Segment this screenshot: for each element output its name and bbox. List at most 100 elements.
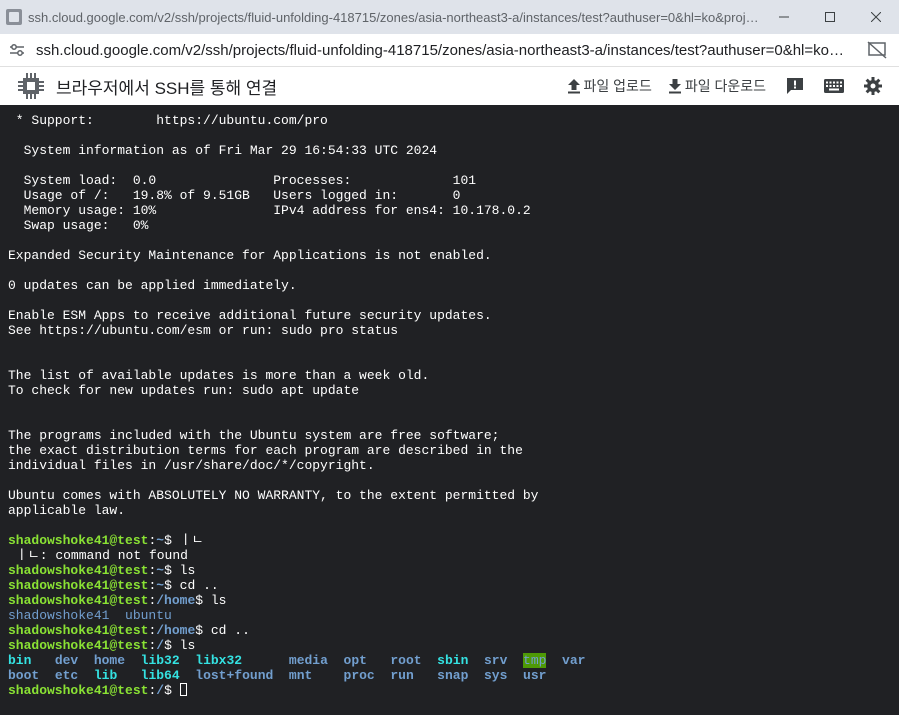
prompt-user: shadowshoke41@test (8, 533, 149, 548)
terminal-line: applicable law. (8, 503, 126, 518)
ls-entry: media (288, 653, 328, 668)
terminal-line: shadowshoke41@test:~$ ㅣㄴ (8, 533, 899, 548)
prompt-path: /home (156, 623, 196, 638)
page-icon (6, 9, 22, 25)
terminal-line: Memory usage: 10% IPv4 address for ens4:… (8, 203, 531, 218)
minimize-button[interactable] (761, 0, 807, 34)
command-text: ls (171, 638, 196, 653)
command-text: ls (171, 563, 196, 578)
ssh-header: 브라우저에서 SSH를 통해 연결 파일 업로드 파일 다운로드 (0, 67, 899, 105)
terminal-line: System load: 0.0 Processes: 101 (8, 173, 477, 188)
ls-entry: dev (54, 653, 79, 668)
settings-button[interactable] (860, 73, 886, 99)
ls-entry: lib64 (140, 668, 180, 683)
ls-entry: lib (93, 668, 118, 683)
ls-entry: libx32 (195, 653, 243, 668)
terminal-line: Usage of /: 19.8% of 9.51GB Users logged… (8, 188, 461, 203)
ls-entry: lost+found (195, 668, 274, 683)
prompt-symbol: $ (195, 623, 204, 638)
prompt-path: / (156, 683, 165, 698)
ls-entry: boot (8, 668, 40, 683)
terminal-line: shadowshoke41@test:~$ cd .. (8, 578, 899, 593)
command-output: ㅣㄴ: command not found (8, 548, 188, 563)
keyboard-button[interactable] (821, 73, 847, 99)
dir-entry: shadowshoke41 (8, 608, 110, 623)
prompt-path: ~ (156, 578, 165, 593)
ls-row: bin dev home lib32 libx32 media opt root… (8, 653, 899, 668)
terminal-line: shadowshoke41@test:/$ ls (8, 638, 899, 653)
keyboard-icon (824, 79, 844, 93)
browser-window: ssh.cloud.google.com/v2/ssh/projects/flu… (0, 0, 899, 715)
ls-entry: proc (343, 668, 375, 683)
terminal-line: ㅣㄴ: command not found (8, 548, 899, 563)
prompt-symbol: $ (164, 578, 172, 593)
upload-file-button[interactable]: 파일 업로드 (567, 76, 652, 96)
terminal-line: shadowshoke41@test:/$ (8, 683, 899, 698)
command-text: ls (203, 593, 227, 608)
feedback-icon (787, 78, 803, 94)
download-file-button[interactable]: 파일 다운로드 (668, 76, 766, 96)
ls-entry: lib32 (140, 653, 180, 668)
prompt-user: shadowshoke41@test (8, 578, 149, 593)
window-title: ssh.cloud.google.com/v2/ssh/projects/flu… (28, 9, 763, 25)
terminal-line: Ubuntu comes with ABSOLUTELY NO WARRANTY… (8, 488, 539, 503)
ls-entry: snap (437, 668, 469, 683)
prompt-path: /home (156, 593, 196, 608)
prompt-path: ~ (156, 563, 165, 578)
prompt-path: / (156, 638, 165, 653)
site-info-icon[interactable] (8, 41, 26, 59)
terminal-line: Expanded Security Maintenance for Applic… (8, 248, 492, 263)
prompt-symbol: $ (195, 593, 204, 608)
minimize-icon (779, 16, 789, 18)
close-button[interactable] (853, 0, 899, 34)
window-titlebar: ssh.cloud.google.com/v2/ssh/projects/flu… (0, 0, 899, 34)
cast-off-icon[interactable] (867, 41, 887, 59)
prompt-symbol: $ (164, 683, 172, 698)
maximize-icon (825, 12, 835, 22)
download-icon (668, 79, 681, 94)
terminal-line: System information as of Fri Mar 29 16:5… (8, 143, 438, 158)
terminal-line: the exact distribution terms for each pr… (8, 443, 523, 458)
upload-icon (567, 79, 580, 94)
terminal[interactable]: * Support: https://ubuntu.com/pro System… (0, 105, 899, 715)
terminal-line: * Support: https://ubuntu.com/pro (8, 113, 328, 128)
prompt-symbol: $ (164, 533, 172, 548)
ls-entry: var (562, 653, 586, 668)
terminal-line: 0 updates can be applied immediately. (8, 278, 297, 293)
ls-entry: usr (523, 668, 547, 683)
command-text: cd .. (203, 623, 250, 638)
terminal-line: shadowshoke41@test:/home$ cd .. (8, 623, 899, 638)
chip-logo-icon (16, 71, 46, 101)
prompt-symbol: $ (164, 638, 172, 653)
dir-entry: ubuntu (125, 608, 172, 623)
ls-entry: etc (54, 668, 79, 683)
prompt-path: ~ (156, 533, 165, 548)
prompt-user: shadowshoke41@test (8, 683, 149, 698)
ls-entry: run (390, 668, 414, 683)
terminal-line: Enable ESM Apps to receive additional fu… (8, 308, 492, 323)
ls-row: boot etc lib lib64 lost+found mnt proc r… (8, 668, 899, 683)
maximize-button[interactable] (807, 0, 853, 34)
terminal-line: The programs included with the Ubuntu sy… (8, 428, 500, 443)
prompt-symbol: $ (164, 563, 172, 578)
upload-label: 파일 업로드 (583, 78, 652, 94)
address-bar: ssh.cloud.google.com/v2/ssh/projects/flu… (0, 34, 899, 67)
url-text[interactable]: ssh.cloud.google.com/v2/ssh/projects/flu… (36, 42, 851, 59)
prompt-user: shadowshoke41@test (8, 593, 149, 608)
terminal-cursor (179, 683, 187, 696)
terminal-line: shadowshoke41@test:/home$ ls (8, 593, 899, 608)
command-text: ㅣㄴ (171, 533, 204, 548)
close-icon (871, 12, 881, 22)
gear-icon (864, 77, 882, 95)
feedback-button[interactable] (782, 73, 808, 99)
terminal-line: shadowshoke41@test:~$ ls (8, 563, 899, 578)
ls-entry: sbin (437, 653, 469, 668)
